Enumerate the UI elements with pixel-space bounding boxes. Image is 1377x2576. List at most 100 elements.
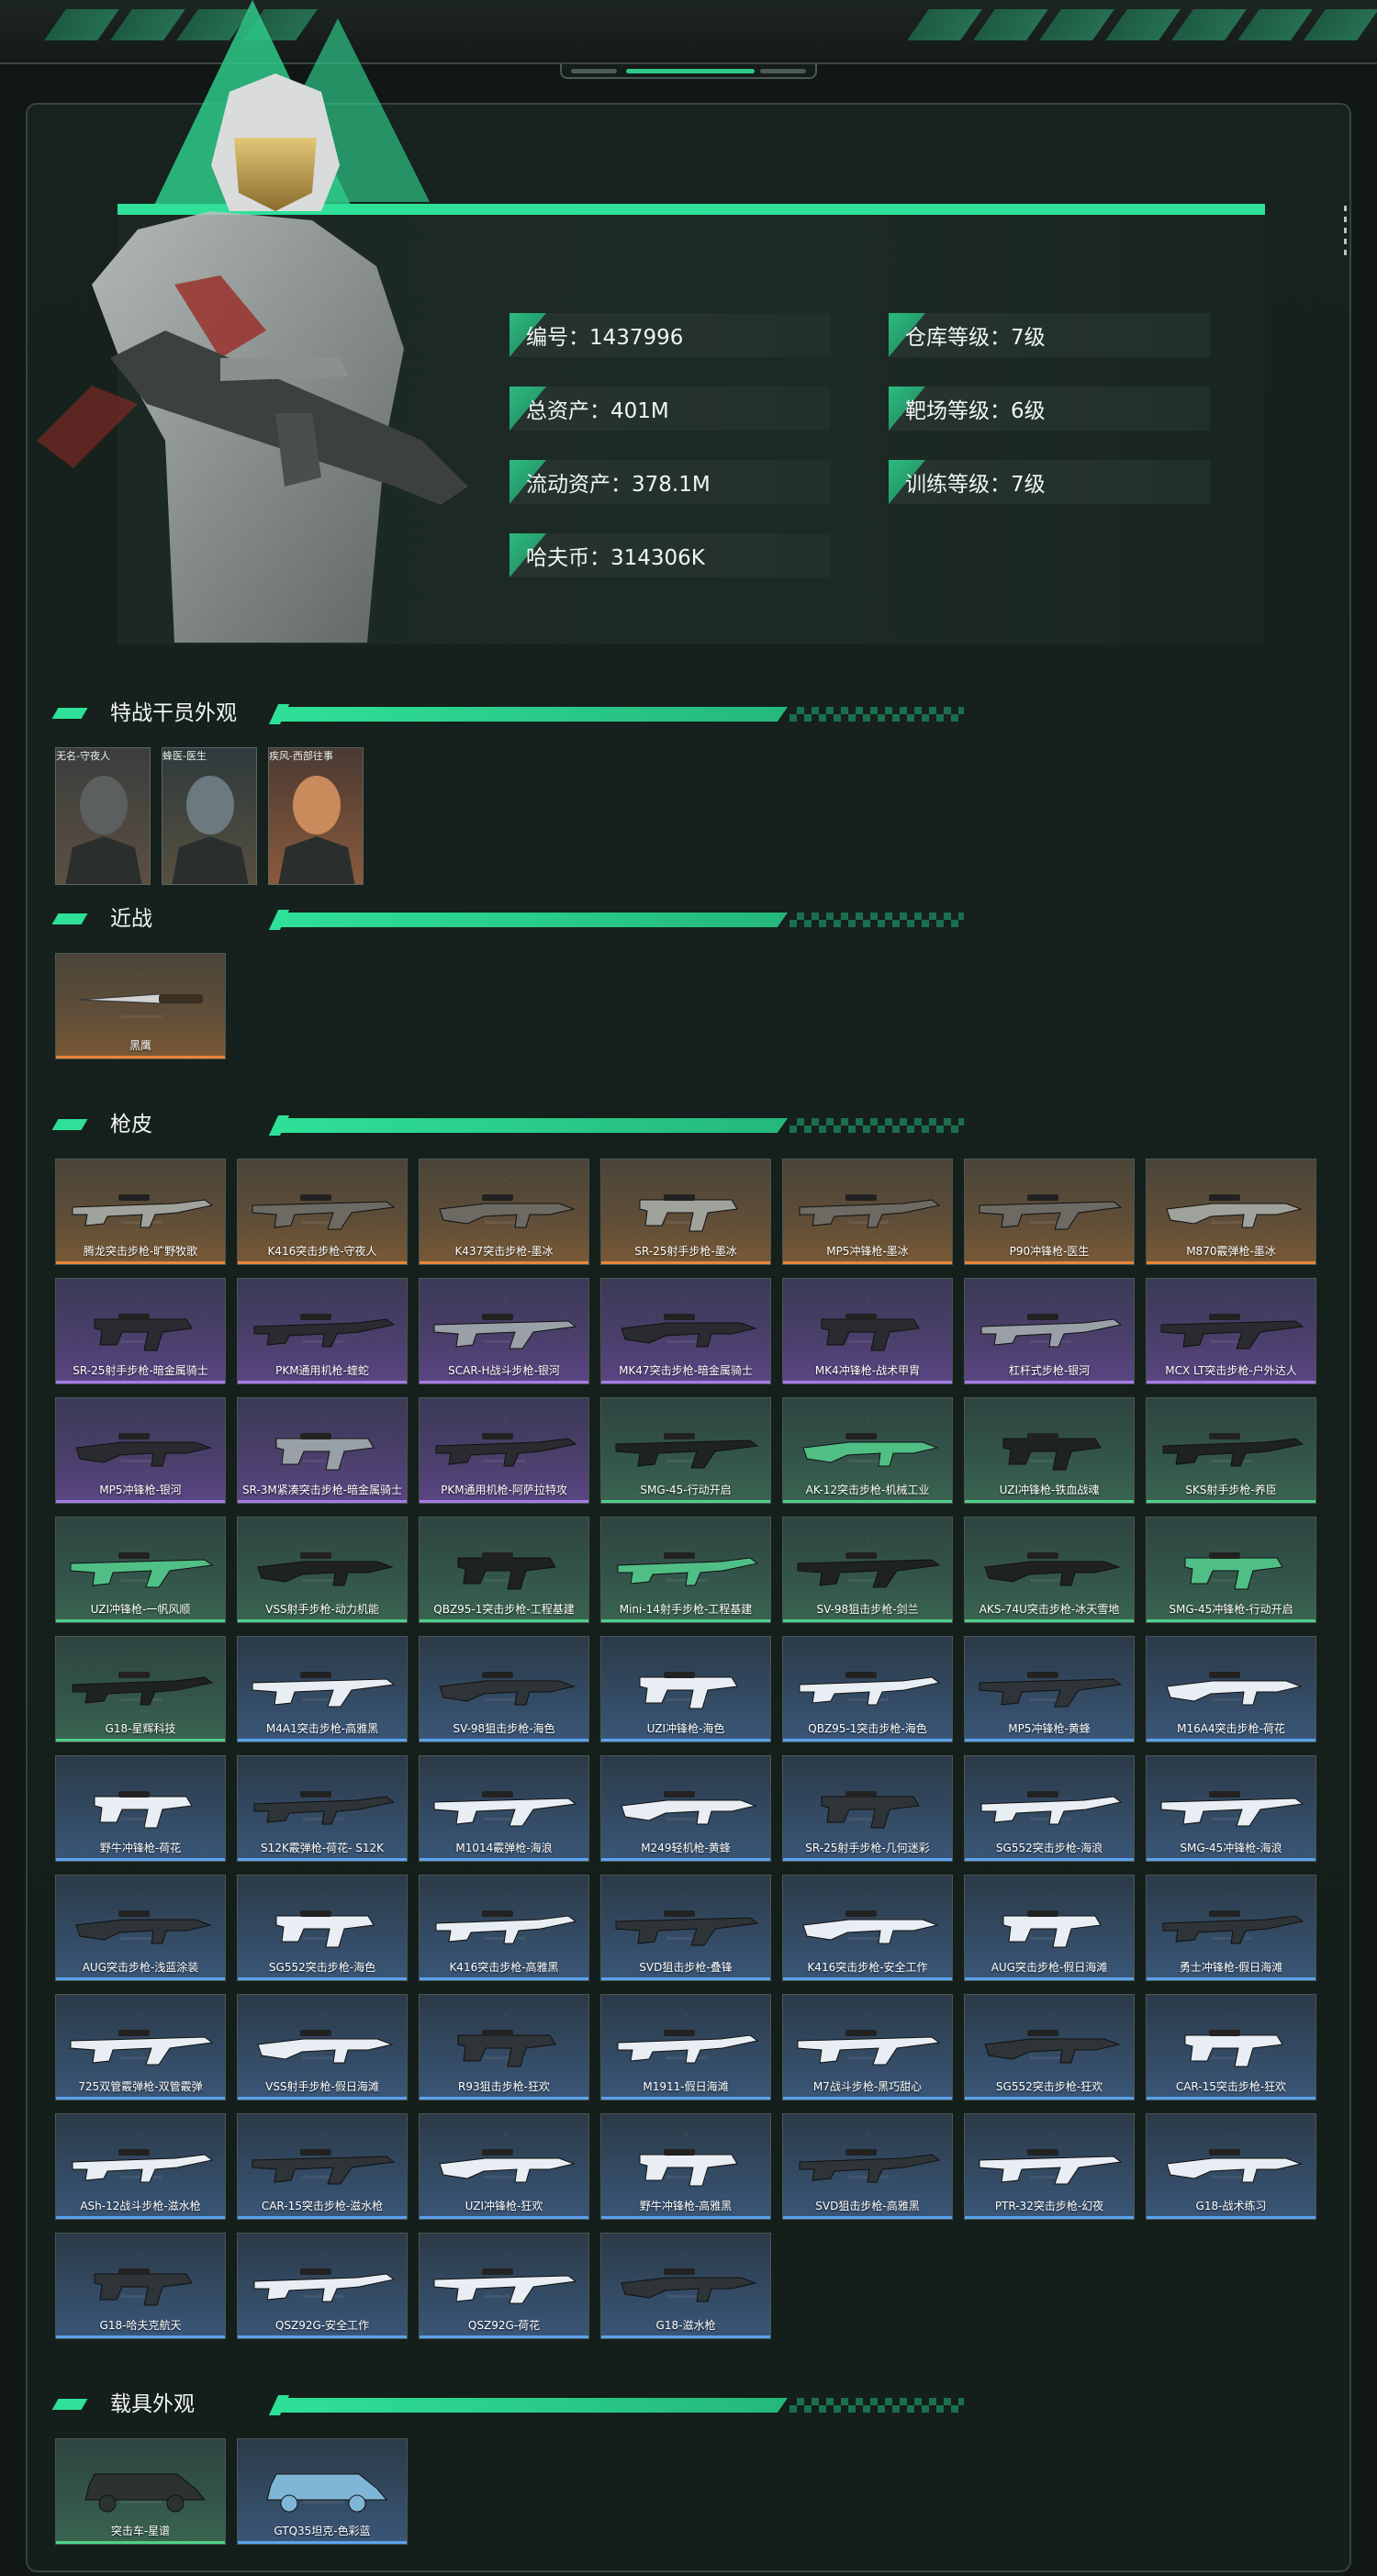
rarity-bar [783, 1619, 952, 1622]
weapon-icon [617, 2030, 759, 2064]
skin-tile[interactable]: SCAR-H战斗步枪-银河 [419, 1278, 589, 1384]
skin-tile[interactable]: 杠杆式步枪-银河 [964, 1278, 1135, 1384]
rarity-bar [601, 2335, 770, 2338]
rarity-bar [420, 1500, 588, 1503]
skin-tile[interactable]: SKS射手步枪-养臣 [1146, 1397, 1316, 1504]
skin-tile[interactable]: PTR-32突击步枪-幻夜 [964, 2113, 1135, 2220]
skin-tile[interactable]: M1014霰弹枪-海浪 [419, 1755, 589, 1862]
skin-tile[interactable]: MP5冲锋枪-黄蜂 [964, 1636, 1135, 1742]
skin-tile[interactable]: ASh-12战斗步枪-滋水枪 [55, 2113, 226, 2220]
skin-tile[interactable]: M870霰弹枪-墨冰 [1146, 1159, 1316, 1265]
item-label: ASh-12战斗步枪-滋水枪 [80, 2200, 201, 2212]
skin-tile[interactable]: MP5冲锋枪-银河 [55, 1397, 226, 1504]
weapon-icon [1166, 1194, 1303, 1228]
skin-tile[interactable]: QSZ92G-荷花 [419, 2233, 589, 2339]
skin-tile[interactable]: SV-98狙击步枪-剑兰 [782, 1517, 953, 1623]
skin-tile[interactable]: AKS-74U突击步枪-冰天雪地 [964, 1517, 1135, 1623]
skin-tile[interactable]: AUG突击步枪-假日海滩 [964, 1875, 1135, 1981]
skin-tile[interactable]: PKM通用机枪-阿萨拉特攻 [419, 1397, 589, 1504]
skin-tile[interactable]: 野牛冲锋枪-荷花 [55, 1755, 226, 1862]
melee-tile[interactable]: 黑鹰 [55, 953, 226, 1059]
skin-tile[interactable]: SV-98狙击步枪-海色 [419, 1636, 589, 1742]
rarity-bar [1147, 1381, 1315, 1383]
skin-tile[interactable]: K416突击步枪-守夜人 [237, 1159, 408, 1265]
item-label: SKS射手步枪-养臣 [1185, 1484, 1277, 1496]
skin-tile[interactable]: MK47突击步枪-暗金属骑士 [600, 1278, 771, 1384]
skin-tile[interactable]: MK4冲锋枪-战术甲胄 [782, 1278, 953, 1384]
skin-tile[interactable]: UZI冲锋枪-铁血战魂 [964, 1397, 1135, 1504]
skin-tile[interactable]: 野牛冲锋枪-高雅黑 [600, 2113, 771, 2220]
skin-tile[interactable]: CAR-15突击步枪-滋水枪 [237, 2113, 408, 2220]
vehicle-tile[interactable]: 突击车-星谱 [55, 2438, 226, 2545]
item-label: MP5冲锋枪-墨冰 [826, 1245, 909, 1258]
skin-tile[interactable]: 勇士冲锋枪-假日海滩 [1146, 1875, 1316, 1981]
skin-tile[interactable]: VSS射手步枪-假日海滩 [237, 1994, 408, 2100]
skin-tile[interactable]: MP5冲锋枪-墨冰 [782, 1159, 953, 1265]
skin-tile[interactable]: PKM通用机枪-蝰蛇 [237, 1278, 408, 1384]
skin-tile[interactable]: MCX LT突击步枪-户外达人 [1146, 1278, 1316, 1384]
skin-tile[interactable]: M7战斗步枪-黑巧甜心 [782, 1994, 953, 2100]
skin-tile[interactable]: QBZ95-1突击步枪-海色 [782, 1636, 953, 1742]
skin-tile[interactable]: AUG突击步枪-浅蓝涂装 [55, 1875, 226, 1981]
skin-tile[interactable]: SR-25射手步枪-墨冰 [600, 1159, 771, 1265]
skin-tile[interactable]: SVD狙击步枪-叠锋 [600, 1875, 771, 1981]
weapon-icon [799, 2149, 941, 2183]
skin-tile[interactable]: Mini-14射手步枪-工程基建 [600, 1517, 771, 1623]
operator-tile[interactable]: 疾风-西部往事 [268, 747, 364, 885]
weapon-icon [797, 1552, 941, 1588]
weapon-icon [979, 2149, 1123, 2185]
rarity-bar [1147, 1858, 1315, 1861]
skin-tile[interactable]: M16A4突击步枪-荷花 [1146, 1636, 1316, 1742]
item-label: SVD狙击步枪-高雅黑 [815, 2200, 920, 2212]
skin-tile[interactable]: SMG-45-行动开启 [600, 1397, 771, 1504]
skin-tile[interactable]: UZI冲锋枪-一帆风顺 [55, 1517, 226, 1623]
skin-tile[interactable]: G18-星辉科技 [55, 1636, 226, 1742]
item-label: SR-25射手步枪-几何迷彩 [805, 1842, 930, 1854]
skin-tile[interactable]: K416突击步枪-安全工作 [782, 1875, 953, 1981]
skin-tile[interactable]: SMG-45冲锋枪-海浪 [1146, 1755, 1316, 1862]
skin-tile[interactable]: SVD狙击步枪-高雅黑 [782, 2113, 953, 2220]
skin-tile[interactable]: AK-12突击步枪-机械工业 [782, 1397, 953, 1504]
skin-tile[interactable]: VSS射手步枪-动力机能 [237, 1517, 408, 1623]
rarity-bar [56, 1858, 225, 1861]
skin-tile[interactable]: P90冲锋枪-医生 [964, 1159, 1135, 1265]
item-label: PTR-32突击步枪-幻夜 [994, 2200, 1104, 2212]
item-label: AKS-74U突击步枪-冰天雪地 [979, 1603, 1120, 1616]
skin-tile[interactable]: 腾龙突击步枪-旷野牧歌 [55, 1159, 226, 1265]
skin-tile[interactable]: SG552突击步枪-狂欢 [964, 1994, 1135, 2100]
section-title: 枪皮 [110, 1113, 152, 1137]
operator-tile[interactable]: 蜂医-医生 [162, 747, 257, 885]
skin-tile[interactable]: G18-战术练习 [1146, 2113, 1316, 2220]
skin-tile[interactable]: SG552突击步枪-海色 [237, 1875, 408, 1981]
rarity-bar [420, 1977, 588, 1980]
skin-tile[interactable]: UZI冲锋枪-海色 [600, 1636, 771, 1742]
skin-tile[interactable]: M249轻机枪-黄蜂 [600, 1755, 771, 1862]
weapon-icon [75, 1433, 212, 1467]
skin-tile[interactable]: G18-滋水枪 [600, 2233, 771, 2339]
skin-tile[interactable]: R93狙击步枪-狂欢 [419, 1994, 589, 2100]
skin-tile[interactable]: QSZ92G-安全工作 [237, 2233, 408, 2339]
skin-tile[interactable]: UZI冲锋枪-狂欢 [419, 2113, 589, 2220]
skin-tile[interactable]: K416突击步枪-高雅黑 [419, 1875, 589, 1981]
skin-tile[interactable]: M4A1突击步枪-高雅黑 [237, 1636, 408, 1742]
vehicle-tile[interactable]: GTQ35坦克-色彩蓝 [237, 2438, 408, 2545]
skin-tile[interactable]: CAR-15突击步枪-狂欢 [1146, 1994, 1316, 2100]
panel-scroll-indicator[interactable] [1344, 206, 1351, 255]
weapon-icon [72, 1194, 214, 1228]
skin-tile[interactable]: SMG-45冲锋枪-行动开启 [1146, 1517, 1316, 1623]
skin-tile[interactable]: S12K霰弹枪-荷花- S12K [237, 1755, 408, 1862]
rarity-bar [420, 1739, 588, 1742]
skin-tile[interactable]: G18-哈夫克航天 [55, 2233, 226, 2339]
skin-tile[interactable]: 725双管霰弹枪-双管霰弹 [55, 1994, 226, 2100]
skin-tile[interactable]: SR-25射手步枪-暗金属骑士 [55, 1278, 226, 1384]
skin-tile[interactable]: K437突击步枪-墨冰 [419, 1159, 589, 1265]
rarity-bar [420, 2335, 588, 2338]
skin-tile[interactable]: SG552突击步枪-海浪 [964, 1755, 1135, 1862]
rarity-bar [420, 2216, 588, 2219]
skin-tile[interactable]: SR-3M紧凑突击步枪-暗金属骑士 [237, 1397, 408, 1504]
operator-tile[interactable]: 无名-守夜人 [55, 747, 151, 885]
rarity-bar [965, 1261, 1134, 1264]
skin-tile[interactable]: QBZ95-1突击步枪-工程基建 [419, 1517, 589, 1623]
skin-tile[interactable]: M1911-假日海滩 [600, 1994, 771, 2100]
skin-tile[interactable]: SR-25射手步枪-几何迷彩 [782, 1755, 953, 1862]
